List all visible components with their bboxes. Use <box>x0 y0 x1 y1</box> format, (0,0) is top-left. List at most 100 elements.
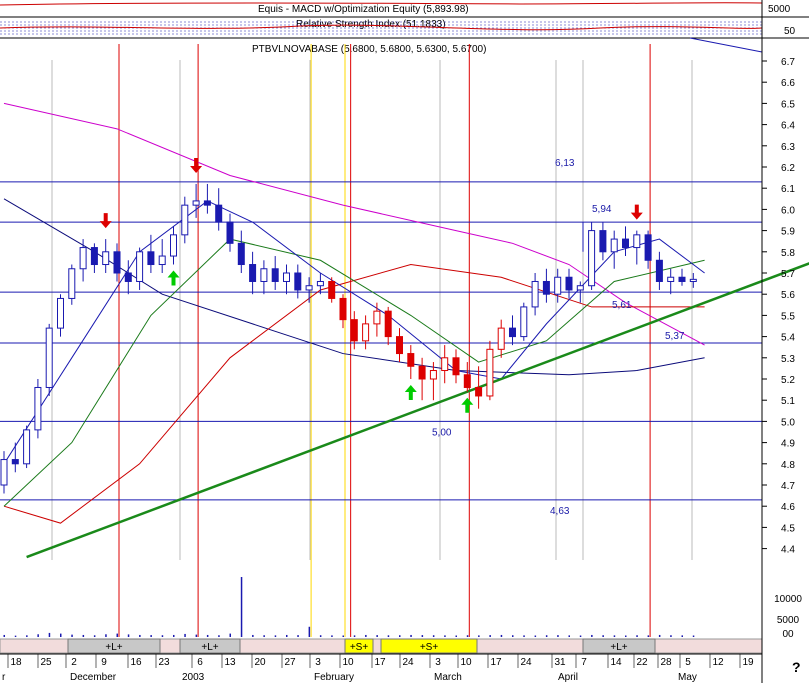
volume-bar <box>625 635 627 637</box>
price-tick-label: 4.4 <box>781 545 795 556</box>
month-axis: r December 2003 February March April May <box>2 672 697 683</box>
date-tick-label: 7 <box>581 657 587 668</box>
candle-body <box>520 306 528 338</box>
volume-axis: 10000 5000 00 <box>774 594 802 640</box>
level-label: 4,63 <box>550 506 570 517</box>
candle-body <box>644 234 652 261</box>
price-tick-label: 4.9 <box>781 439 795 450</box>
volume-bar <box>466 635 469 637</box>
horizontal-levels <box>0 181 762 501</box>
volume-bar <box>60 633 62 637</box>
volume-bar <box>26 635 28 637</box>
volume-bar <box>240 577 243 637</box>
volume-bar <box>387 635 390 637</box>
candle-body <box>384 310 392 338</box>
signal-label: +S+ <box>350 642 369 653</box>
rsi-title: Relative Strength Index (51.1833) <box>296 19 446 30</box>
candle-body <box>23 429 31 465</box>
candle-body <box>418 365 426 380</box>
date-tick-label: 3 <box>315 657 321 668</box>
date-tick-label: 31 <box>554 657 566 668</box>
volume-bar <box>206 634 209 637</box>
price-title: PTBVLNOVABASE (5.6800, 5.6800, 5.6300, 5… <box>252 44 486 55</box>
price-tick-label: 6.1 <box>781 184 795 195</box>
date-tick-label: 17 <box>490 657 502 668</box>
price-tick-label: 5.8 <box>781 248 795 259</box>
arrow-up-icon <box>167 270 180 286</box>
price-tick-label: 6.3 <box>781 142 795 153</box>
candle-body <box>610 238 618 253</box>
candle-body <box>622 238 629 249</box>
volume-bar <box>105 634 107 637</box>
volume-bar <box>3 634 5 637</box>
volume-bar <box>297 635 299 637</box>
date-axis: 18 25 2 9 16 23 6 13 20 27 3 10 17 24 3 10 17 24 31 7 14 22 28… <box>0 653 762 668</box>
candle-body <box>441 357 449 372</box>
event-lines <box>118 44 651 637</box>
arrow-down-icon <box>630 204 643 220</box>
candle-body <box>45 327 53 388</box>
price-tick-label: 5.1 <box>781 396 795 407</box>
indicator-line <box>3 102 705 346</box>
volume-bar <box>489 635 491 637</box>
candle-body <box>170 234 177 257</box>
month-label: 2003 <box>182 672 205 683</box>
volume-bar <box>399 635 401 637</box>
price-tick-label: 4.8 <box>781 460 795 471</box>
volume-bar <box>82 634 85 637</box>
price-tick-label: 5.9 <box>781 227 795 238</box>
price-tick-label: 5.3 <box>781 354 795 365</box>
candle-body <box>689 278 697 282</box>
candle-body <box>316 280 324 287</box>
volume-bar <box>218 635 220 637</box>
vertical-grid <box>51 60 693 560</box>
level-label: 5,94 <box>592 204 612 215</box>
volume-bar <box>647 635 650 637</box>
candle-body <box>68 268 76 299</box>
volume-bar <box>37 634 39 637</box>
candle-body <box>249 264 257 282</box>
date-tick-label: 19 <box>742 657 754 668</box>
volume-bar <box>591 634 593 637</box>
volume-bar <box>500 634 503 637</box>
candle-body <box>57 297 64 329</box>
volume-bar <box>150 635 152 637</box>
candle-body <box>90 247 98 266</box>
date-tick-label: 17 <box>374 657 386 668</box>
volume-tick-label: 10000 <box>774 594 802 605</box>
date-tick-label: 23 <box>158 657 170 668</box>
volume-bar <box>523 635 525 637</box>
volume-bar <box>512 635 514 637</box>
candle-body <box>192 200 200 206</box>
candle-body <box>452 357 460 376</box>
arrow-down-icon <box>99 213 112 229</box>
month-label: May <box>678 672 697 683</box>
volume-bar <box>579 635 582 637</box>
volume-bar <box>93 635 96 637</box>
price-tick-label: 6.0 <box>781 205 795 216</box>
candle-body <box>113 251 121 274</box>
indicator-line <box>3 264 705 524</box>
signal-bar: +L+ +L+ +S+ +S+ +L+ <box>0 638 763 654</box>
volume-bar <box>71 634 73 637</box>
volume-bar <box>681 635 683 637</box>
candle-body <box>328 280 336 299</box>
volume-bar <box>263 635 265 637</box>
volume-bar <box>331 635 333 637</box>
level-labels: 6,13 5,94 5,61 5,37 5,00 4,63 <box>432 158 685 517</box>
price-tick-label: 5.5 <box>781 311 795 322</box>
price-tick-label: 4.5 <box>781 523 795 534</box>
volume-bar <box>410 634 412 637</box>
date-tick-label: 5 <box>685 657 691 668</box>
candle-body <box>11 459 19 465</box>
rsi-axis-label: 50 <box>784 26 796 37</box>
volume-bar <box>48 632 51 637</box>
chart-window: Equis - MACD w/Optimization Equity (5,89… <box>0 0 809 683</box>
volume-bar <box>139 634 141 637</box>
date-tick-label: 24 <box>520 657 532 668</box>
question-mark: ? <box>792 659 801 675</box>
candle-body <box>407 353 415 367</box>
equity-axis-label: 5000 <box>768 4 791 15</box>
candle-body <box>509 327 516 338</box>
date-tick-label: 10 <box>342 657 354 668</box>
